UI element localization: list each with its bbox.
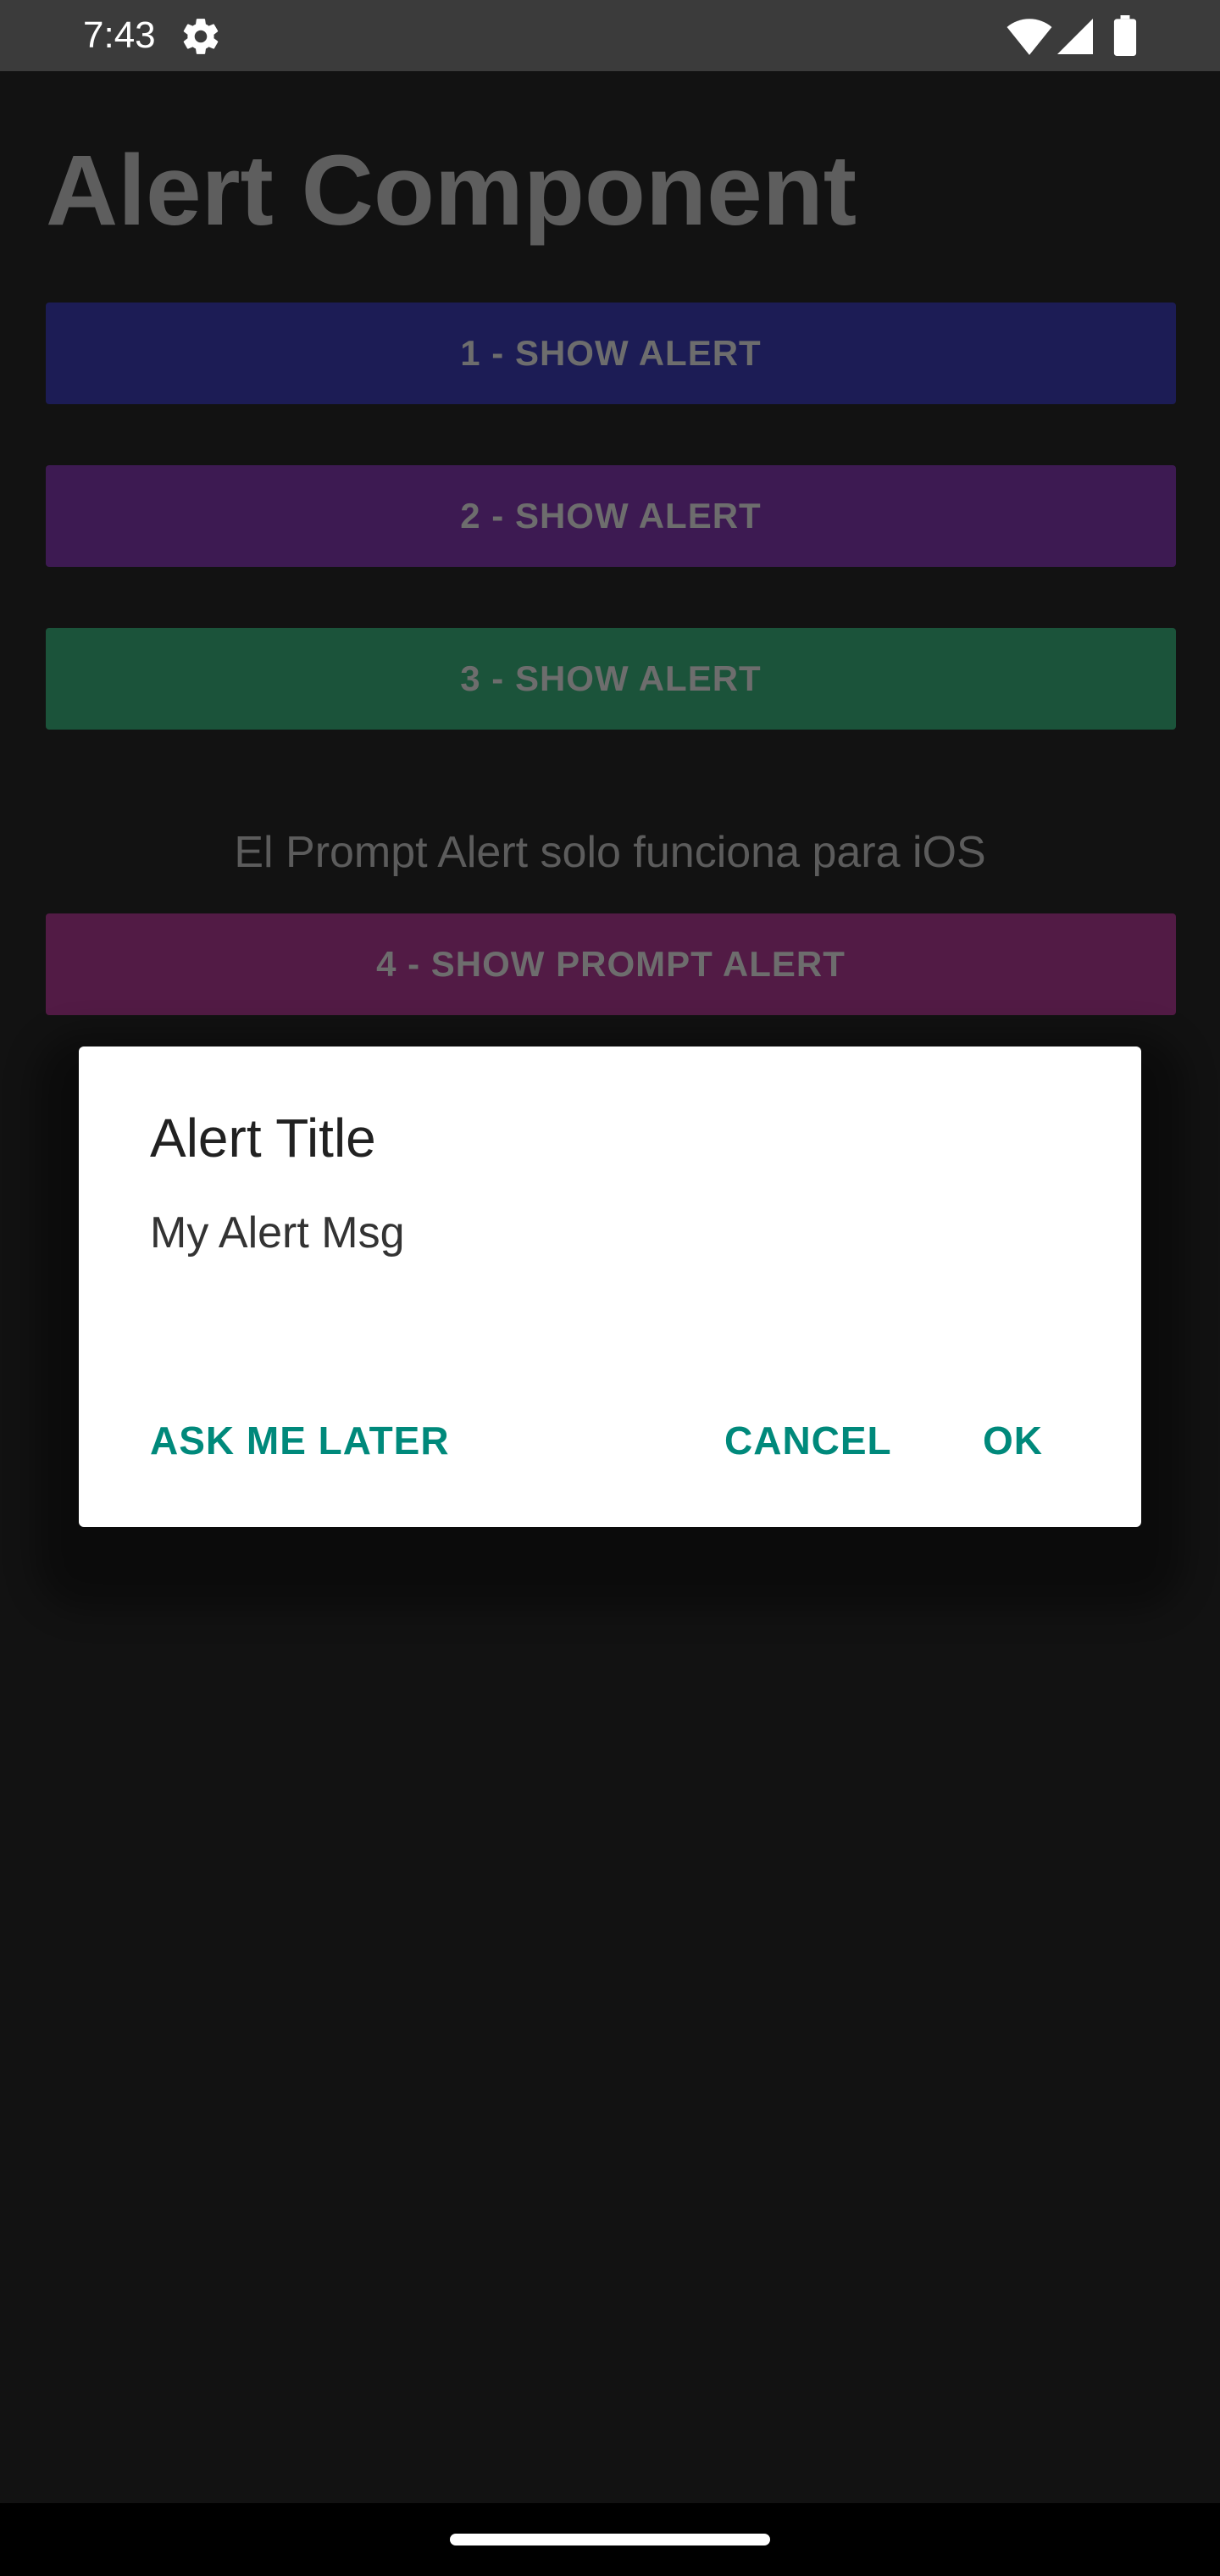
signal-icon — [1057, 19, 1093, 54]
page-title: Alert Component — [46, 135, 857, 247]
show-alert-3-button[interactable]: 3 - SHOW ALERT — [46, 628, 1176, 730]
cancel-button[interactable]: CANCEL — [724, 1407, 892, 1474]
ios-note-text: El Prompt Alert solo funciona para iOS — [234, 828, 986, 877]
wifi-icon — [1006, 19, 1052, 55]
ok-button[interactable]: OK — [983, 1407, 1043, 1474]
dialog-message: My Alert Msg — [150, 1208, 405, 1257]
app-screen: 7:43 Alert Component 1 - SHOW ALERT 2 - … — [0, 0, 1220, 2576]
show-alert-2-button[interactable]: 2 - SHOW ALERT — [46, 465, 1176, 567]
ask-me-later-button[interactable]: ASK ME LATER — [150, 1407, 450, 1474]
dialog-title: Alert Title — [150, 1108, 376, 1169]
show-prompt-alert-button[interactable]: 4 - SHOW PROMPT ALERT — [46, 913, 1176, 1015]
status-bar: 7:43 — [0, 0, 1220, 71]
home-gesture-handle[interactable] — [450, 2534, 770, 2545]
status-time: 7:43 — [83, 14, 156, 56]
alert-dialog: Alert Title My Alert Msg ASK ME LATER CA… — [79, 1046, 1141, 1527]
show-alert-1-button[interactable]: 1 - SHOW ALERT — [46, 303, 1176, 404]
gear-icon — [183, 19, 219, 54]
battery-icon — [1113, 15, 1137, 56]
